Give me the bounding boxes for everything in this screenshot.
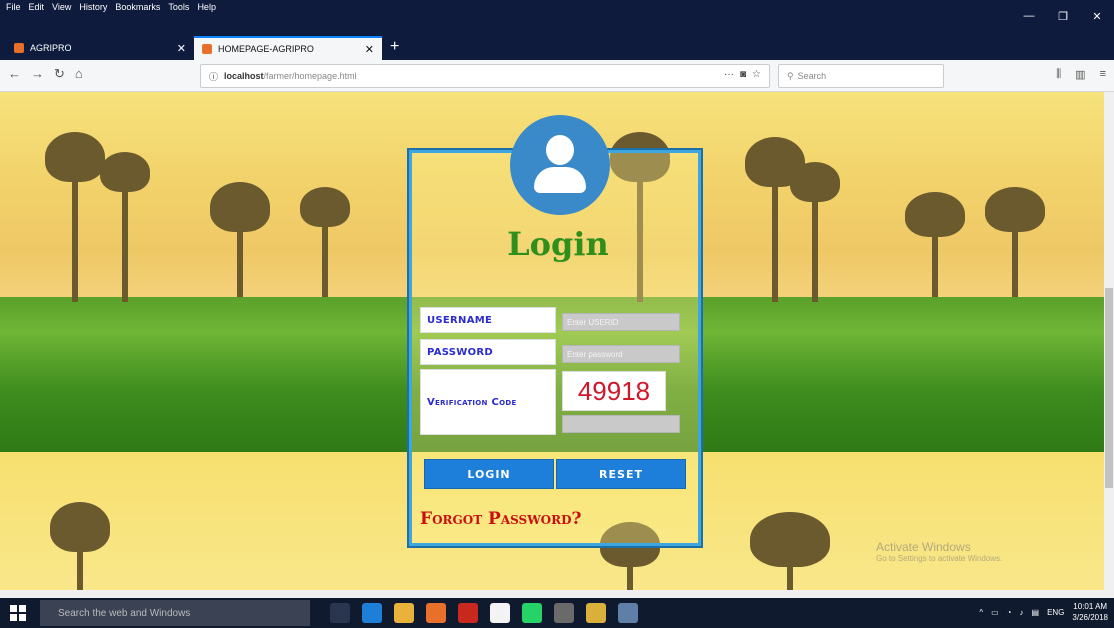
menu-tools[interactable]: Tools (168, 2, 189, 12)
menu-view[interactable]: View (52, 2, 71, 12)
back-icon[interactable]: ← (8, 66, 21, 82)
watermark-title: Activate Windows (876, 540, 971, 554)
palm-tree-image (100, 152, 150, 302)
edge-icon[interactable] (362, 603, 382, 623)
palm-tree-image (790, 162, 840, 302)
nav-bar: ← → ↻ ⌂ ⓘ localhost/farmer/homepage.html… (0, 60, 1114, 92)
whatsapp-icon[interactable] (522, 603, 542, 623)
window-controls: — ❐ ✕ (1012, 0, 1114, 32)
search-icon: ⚲ (787, 70, 794, 81)
maximize-button[interactable]: ❐ (1046, 0, 1080, 32)
file-explorer-icon[interactable] (394, 603, 414, 623)
windows-start-icon[interactable] (10, 605, 26, 621)
scrollbar-thumb[interactable] (1105, 288, 1113, 488)
page-actions-icon[interactable]: ··· (724, 69, 734, 80)
page-viewport: Login USERNAME PASSWORD Verification Cod… (0, 92, 1104, 590)
pocket-icon[interactable]: ◙ (740, 69, 746, 80)
palm-tree-image (985, 187, 1045, 297)
activate-windows-watermark: Activate Windows Go to Settings to activ… (876, 540, 1002, 563)
taskbar-apps (330, 603, 638, 623)
acrobat-icon[interactable] (458, 603, 478, 623)
palm-tree-image (905, 192, 965, 297)
menu-bar: File Edit View History Bookmarks Tools H… (6, 2, 216, 12)
search-input[interactable]: ⚲ Search (778, 64, 944, 88)
minimize-button[interactable]: — (1012, 0, 1046, 32)
menu-help[interactable]: Help (197, 2, 216, 12)
user-avatar-icon (510, 115, 610, 215)
url-host: localhost (224, 71, 264, 81)
palm-tree-image (750, 512, 830, 590)
tab-homepage-agripro[interactable]: HOMEPAGE-AGRIPRO ✕ (194, 36, 382, 60)
window-titlebar: File Edit View History Bookmarks Tools H… (0, 0, 1114, 32)
hamburger-menu-icon[interactable]: ≡ (1100, 68, 1106, 81)
firefox-icon[interactable] (426, 603, 446, 623)
info-icon[interactable]: ⓘ (209, 70, 218, 83)
new-tab-button[interactable]: + (382, 36, 407, 58)
app-icon[interactable] (554, 603, 574, 623)
login-card: Login USERNAME PASSWORD Verification Cod… (409, 115, 701, 546)
watermark-subtitle: Go to Settings to activate Windows. (876, 554, 1003, 563)
notification-icon[interactable]: ▤ (1032, 608, 1040, 617)
username-label: USERNAME (420, 307, 556, 333)
search-placeholder: Search (797, 71, 827, 81)
library-icon[interactable]: ⫼ (1056, 68, 1061, 81)
tab-title: AGRIPRO (30, 43, 72, 53)
home-icon[interactable]: ⌂ (75, 66, 83, 82)
taskbar-search-input[interactable]: Search the web and Windows (40, 600, 310, 626)
app-icon[interactable] (586, 603, 606, 623)
verification-code-input[interactable] (562, 415, 680, 433)
clock-date: 3/26/2018 (1072, 613, 1108, 622)
forward-icon[interactable]: → (31, 66, 44, 82)
reload-icon[interactable]: ↻ (54, 66, 65, 82)
verification-code-label: Verification Code (420, 369, 556, 435)
menu-history[interactable]: History (79, 2, 107, 12)
captcha-image: 49918 (562, 371, 666, 411)
task-view-icon[interactable] (330, 603, 350, 623)
favicon-icon (202, 44, 212, 54)
menu-edit[interactable]: Edit (29, 2, 45, 12)
palm-tree-image (50, 502, 110, 590)
palm-tree-image (210, 182, 270, 297)
sidebar-icon[interactable]: ▥ (1075, 68, 1085, 81)
network-icon[interactable]: ◔ (1007, 608, 1012, 617)
favicon-icon (14, 43, 24, 53)
clock-time: 10:01 AM (1073, 602, 1108, 611)
menu-bookmarks[interactable]: Bookmarks (115, 2, 160, 12)
app-icon[interactable] (618, 603, 638, 623)
tray-chevron-icon[interactable]: ^ (979, 608, 983, 617)
tab-title: HOMEPAGE-AGRIPRO (218, 44, 314, 54)
forgot-password-link[interactable]: Forgot Password? (420, 509, 581, 529)
bookmark-star-icon[interactable]: ☆ (752, 69, 761, 80)
username-input[interactable] (562, 313, 680, 331)
horizontal-scrollbar[interactable] (0, 590, 1114, 598)
system-tray: ^ ▭ ◔ ♪ ▤ ENG 10:01 AM 3/26/2018 (979, 601, 1108, 623)
reset-button[interactable]: RESET (556, 459, 686, 489)
vertical-scrollbar[interactable] (1104, 92, 1114, 590)
tabs: AGRIPRO ✕ HOMEPAGE-AGRIPRO ✕ + (6, 36, 407, 60)
menu-file[interactable]: File (6, 2, 21, 12)
login-button[interactable]: LOGIN (424, 459, 554, 489)
url-bar[interactable]: ⓘ localhost/farmer/homepage.html ··· ◙ ☆ (200, 64, 770, 88)
language-indicator[interactable]: ENG (1047, 608, 1064, 617)
volume-icon[interactable]: ♪ (1020, 608, 1024, 617)
close-tab-icon[interactable]: ✕ (177, 42, 186, 55)
store-icon[interactable] (490, 603, 510, 623)
tab-agripro[interactable]: AGRIPRO ✕ (6, 36, 194, 60)
close-window-button[interactable]: ✕ (1080, 0, 1114, 32)
password-input[interactable] (562, 345, 680, 363)
taskbar: Search the web and Windows ^ ▭ ◔ ♪ ▤ ENG… (0, 598, 1114, 628)
battery-icon[interactable]: ▭ (991, 608, 999, 617)
password-label: PASSWORD (420, 339, 556, 365)
palm-tree-image (300, 187, 350, 297)
close-tab-icon[interactable]: ✕ (365, 43, 374, 56)
login-title: Login (507, 225, 609, 263)
clock[interactable]: 10:01 AM 3/26/2018 (1072, 601, 1108, 623)
url-path: /farmer/homepage.html (263, 71, 357, 81)
